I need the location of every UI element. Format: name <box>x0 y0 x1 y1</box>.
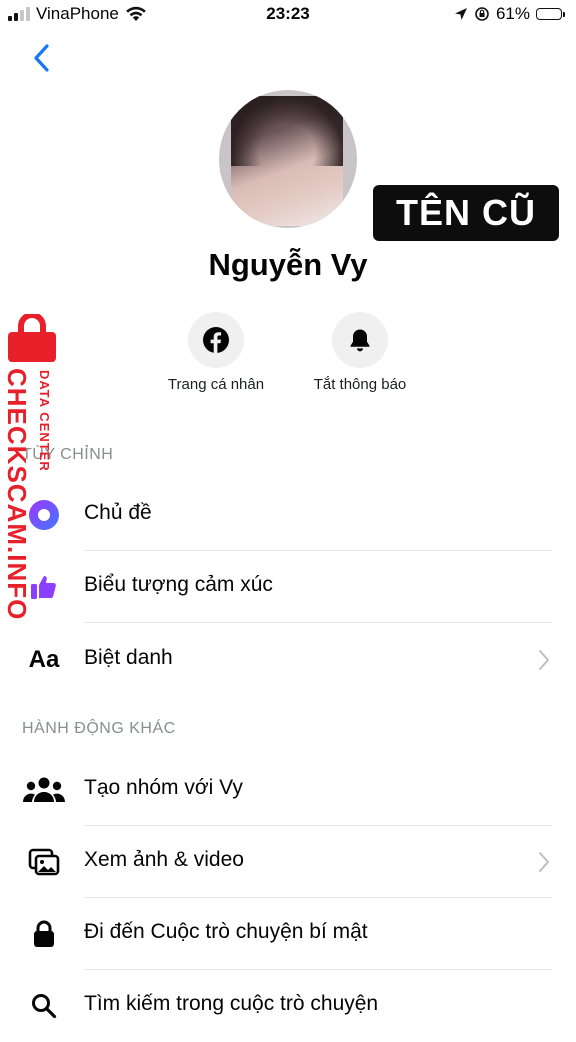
status-bar: VinaPhone 23:23 61% <box>0 0 576 30</box>
row-emoji-label: Biểu tượng cảm xúc <box>84 573 273 596</box>
row-search-conversation-label: Tìm kiếm trong cuộc trò chuyện <box>84 992 379 1015</box>
row-nickname-label: Biệt danh <box>84 646 173 669</box>
nickname-aa-icon: Aa <box>22 642 66 678</box>
avatar[interactable] <box>219 90 357 228</box>
thumbs-up-icon <box>22 569 66 605</box>
old-name-badge: TÊN CŨ <box>373 185 559 241</box>
facebook-icon <box>203 327 229 353</box>
section-other-actions-title: HÀNH ĐỘNG KHÁC <box>22 720 176 737</box>
photos-icon <box>22 844 66 880</box>
lock-icon <box>22 916 66 952</box>
section-customize-title: TÙY CHỈNH <box>22 446 114 463</box>
row-create-group-label: Tạo nhóm với Vy <box>84 776 243 799</box>
battery-icon <box>536 8 565 20</box>
watermark-lock-icon <box>8 314 56 362</box>
chevron-right-icon <box>539 650 549 670</box>
row-photos-videos-label: Xem ảnh & video <box>84 848 244 871</box>
avatar-photo-shade <box>231 96 343 166</box>
row-divider <box>84 622 552 623</box>
row-theme-label: Chủ đề <box>84 501 152 524</box>
row-search-conversation[interactable]: Tìm kiếm trong cuộc trò chuyện <box>0 970 576 1042</box>
search-icon <box>22 988 66 1024</box>
chevron-right-icon <box>539 852 549 872</box>
theme-icon <box>22 497 66 533</box>
row-photos-videos[interactable]: Xem ảnh & video <box>0 826 576 898</box>
row-emoji[interactable]: Biểu tượng cảm xúc <box>0 551 576 623</box>
row-theme[interactable]: Chủ đề <box>0 479 576 551</box>
row-secret-conversation[interactable]: Đi đến Cuộc trò chuyện bí mật <box>0 898 576 970</box>
profile-name: Nguyễn Vy <box>208 247 368 282</box>
mute-button-label: Tắt thông báo <box>313 376 407 393</box>
profile-button-circle <box>188 312 244 368</box>
battery-percent: 61% <box>495 4 530 23</box>
row-nickname[interactable]: Aa Biệt danh <box>0 624 576 696</box>
profile-button[interactable]: Trang cá nhân <box>146 312 286 393</box>
status-right: 61% <box>454 4 565 24</box>
back-chevron-icon[interactable] <box>28 40 58 76</box>
orientation-lock-icon <box>475 7 489 21</box>
mute-button-circle <box>332 312 388 368</box>
nickname-aa-text: Aa <box>28 646 60 673</box>
row-secret-conversation-label: Đi đến Cuộc trò chuyện bí mật <box>84 920 368 943</box>
profile-button-label: Trang cá nhân <box>167 376 265 393</box>
location-arrow-icon <box>454 8 467 20</box>
row-create-group[interactable]: Tạo nhóm với Vy <box>0 754 576 826</box>
bell-icon <box>350 329 370 352</box>
mute-notifications-button[interactable]: Tắt thông báo <box>290 312 430 393</box>
group-icon <box>22 772 66 808</box>
